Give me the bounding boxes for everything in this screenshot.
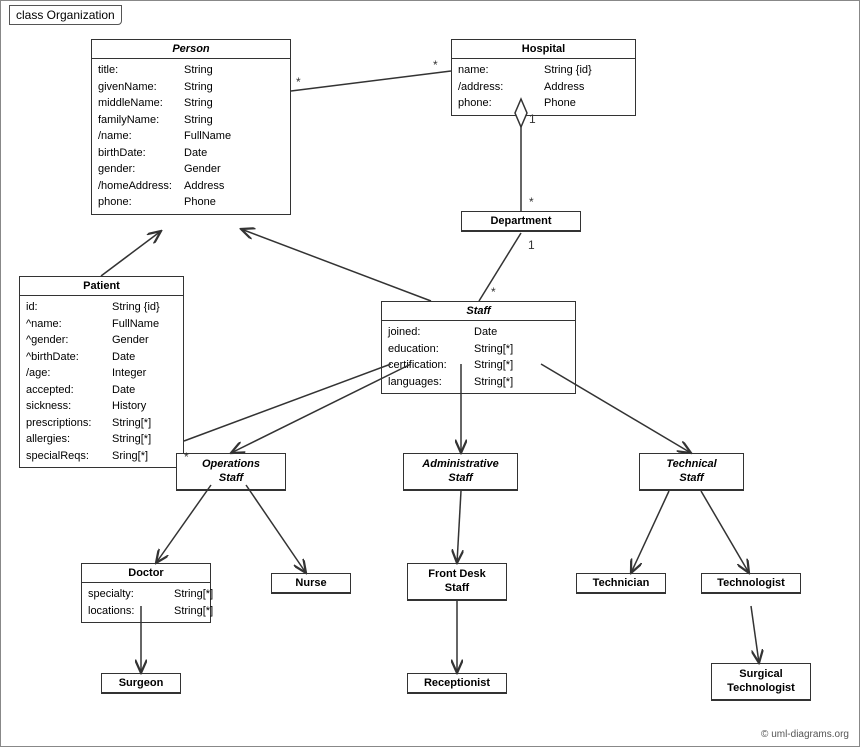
class-person-body: title:String givenName:String middleName… xyxy=(92,59,290,214)
class-administrative-staff-header: AdministrativeStaff xyxy=(404,454,517,490)
class-surgical-technologist: SurgicalTechnologist xyxy=(711,663,811,701)
class-technologist-header: Technologist xyxy=(702,574,800,593)
class-patient-header: Patient xyxy=(20,277,183,296)
class-front-desk-staff: Front DeskStaff xyxy=(407,563,507,601)
svg-text:*: * xyxy=(433,58,438,72)
class-staff-body: joined:Date education:String[*] certific… xyxy=(382,321,575,393)
class-technical-staff: TechnicalStaff xyxy=(639,453,744,491)
class-operations-staff: OperationsStaff xyxy=(176,453,286,491)
class-front-desk-staff-header: Front DeskStaff xyxy=(408,564,506,600)
svg-text:*: * xyxy=(296,75,301,89)
class-hospital: Hospital name:String {id} /address:Addre… xyxy=(451,39,636,116)
class-staff: Staff joined:Date education:String[*] ce… xyxy=(381,301,576,394)
class-doctor: Doctor specialty:String[*] locations:Str… xyxy=(81,563,211,623)
class-department: Department xyxy=(461,211,581,232)
class-administrative-staff: AdministrativeStaff xyxy=(403,453,518,491)
class-department-header: Department xyxy=(462,212,580,231)
svg-text:*: * xyxy=(491,285,496,299)
class-person-header: Person xyxy=(92,40,290,59)
class-doctor-header: Doctor xyxy=(82,564,210,583)
class-nurse-header: Nurse xyxy=(272,574,350,593)
class-technologist: Technologist xyxy=(701,573,801,594)
copyright: © uml-diagrams.org xyxy=(761,729,849,740)
class-receptionist-header: Receptionist xyxy=(408,674,506,693)
class-doctor-body: specialty:String[*] locations:String[*] xyxy=(82,583,210,622)
diagram-title: class Organization xyxy=(9,5,122,25)
class-technical-staff-header: TechnicalStaff xyxy=(640,454,743,490)
class-operations-staff-header: OperationsStaff xyxy=(177,454,285,490)
class-surgical-technologist-header: SurgicalTechnologist xyxy=(712,664,810,700)
svg-text:*: * xyxy=(529,195,534,209)
class-nurse: Nurse xyxy=(271,573,351,594)
svg-text:1: 1 xyxy=(528,238,535,252)
class-patient-body: id:String {id} ^name:FullName ^gender:Ge… xyxy=(20,296,183,467)
class-receptionist: Receptionist xyxy=(407,673,507,694)
class-person: Person title:String givenName:String mid… xyxy=(91,39,291,215)
class-surgeon: Surgeon xyxy=(101,673,181,694)
class-technician: Technician xyxy=(576,573,666,594)
class-hospital-body: name:String {id} /address:Address phone:… xyxy=(452,59,635,115)
diagram-container: class Organization Person title:String g… xyxy=(0,0,860,747)
class-staff-header: Staff xyxy=(382,302,575,321)
class-patient: Patient id:String {id} ^name:FullName ^g… xyxy=(19,276,184,468)
class-technician-header: Technician xyxy=(577,574,665,593)
class-hospital-header: Hospital xyxy=(452,40,635,59)
class-surgeon-header: Surgeon xyxy=(102,674,180,693)
